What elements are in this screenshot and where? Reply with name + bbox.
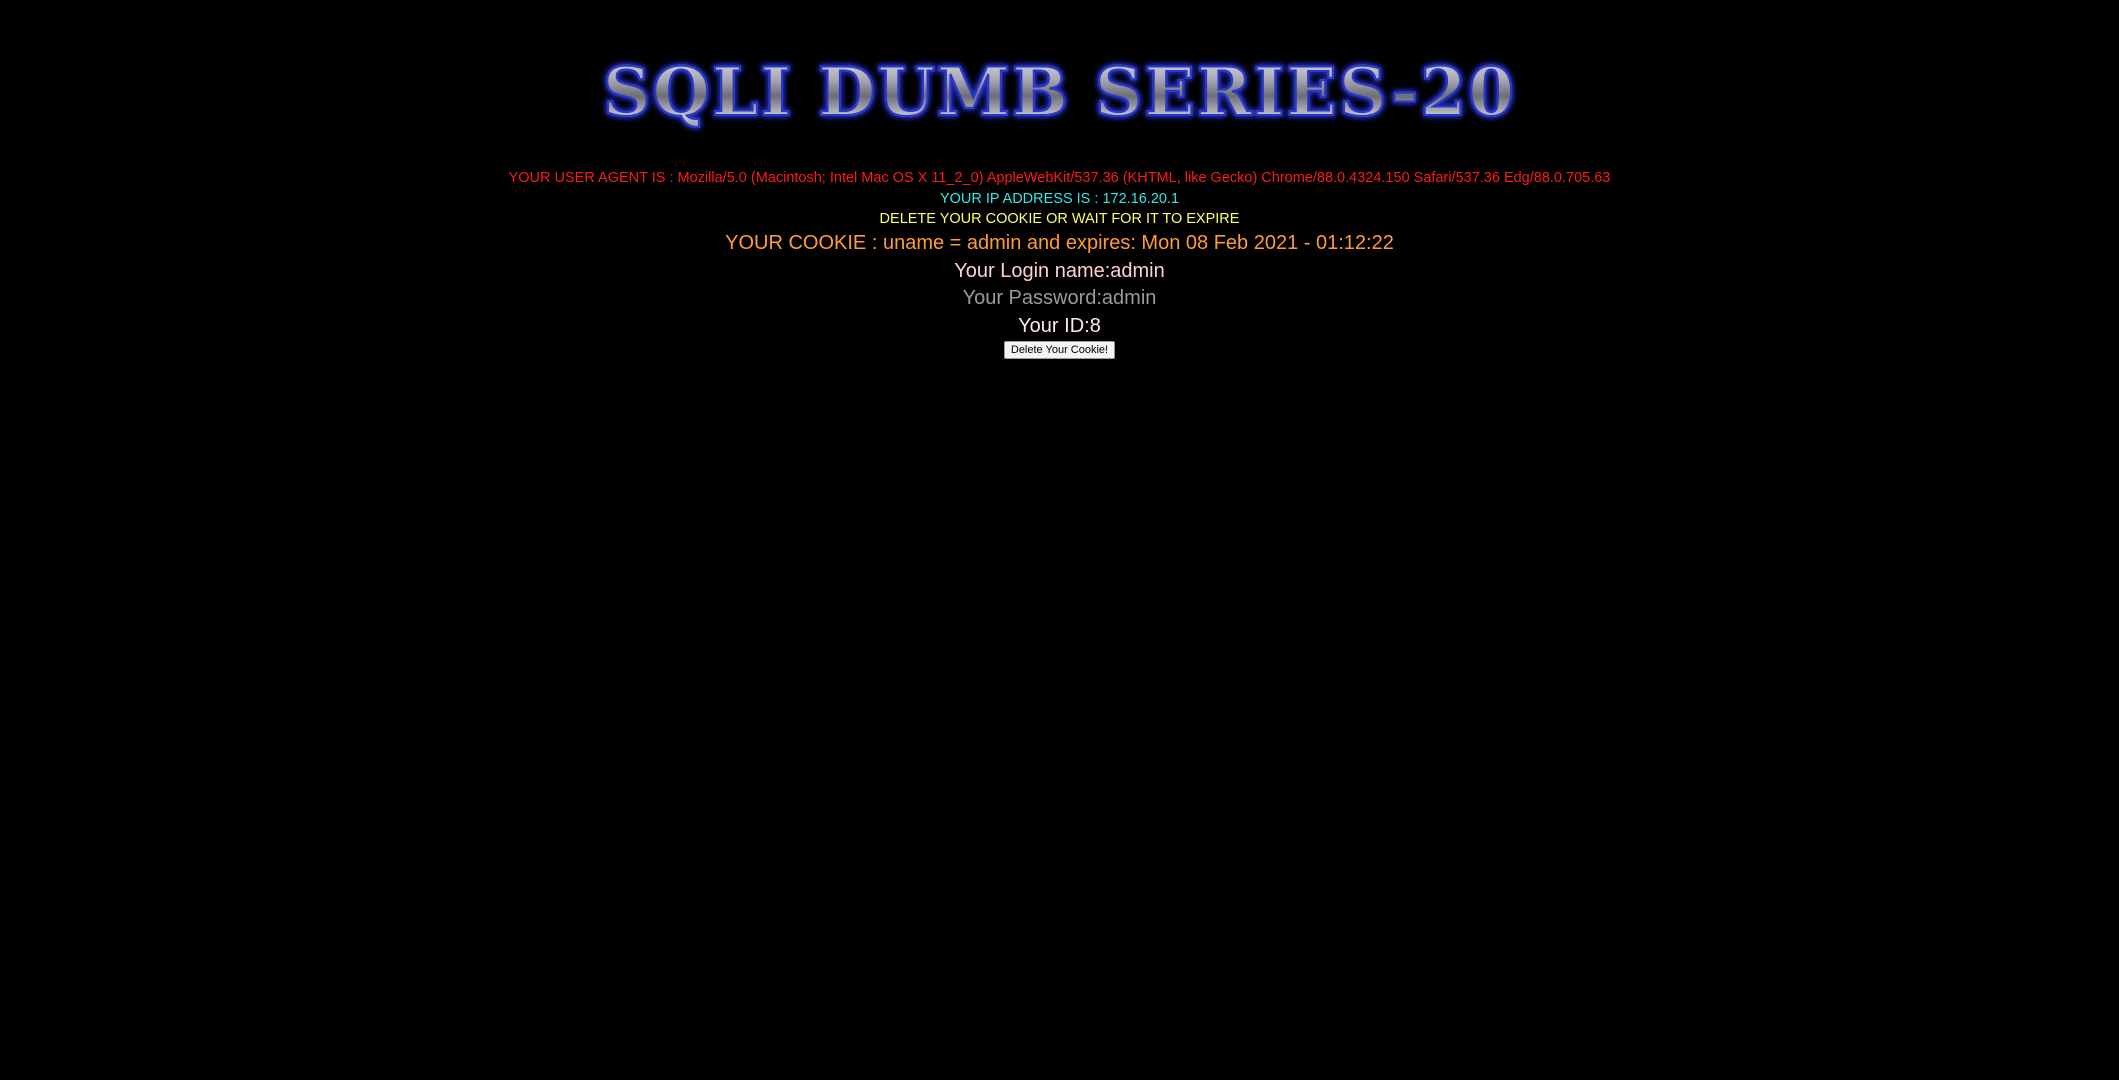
title-banner: SQLI DUMB SERIES-20 xyxy=(0,52,2119,132)
delete-cookie-button[interactable]: Delete Your Cookie! xyxy=(1003,341,1116,359)
user-agent-text: YOUR USER AGENT IS : Mozilla/5.0 (Macint… xyxy=(508,170,1611,186)
user-id-text: Your ID:8 xyxy=(1018,315,1101,337)
login-name-text: Your Login name:admin xyxy=(954,260,1165,282)
delete-cookie-form: Delete Your Cookie! xyxy=(0,340,2119,359)
page-title: SQLI DUMB SERIES-20 xyxy=(602,52,1517,132)
delete-cookie-notice: DELETE YOUR COOKIE OR WAIT FOR IT TO EXP… xyxy=(879,211,1240,227)
page: SQLI DUMB SERIES-20 YOUR USER AGENT IS :… xyxy=(0,0,2119,1080)
ip-address-text: YOUR IP ADDRESS IS : 172.16.20.1 xyxy=(939,191,1180,207)
password-text: Your Password:admin xyxy=(962,287,1157,309)
cookie-info-text: YOUR COOKIE : uname = admin and expires:… xyxy=(725,232,1394,254)
